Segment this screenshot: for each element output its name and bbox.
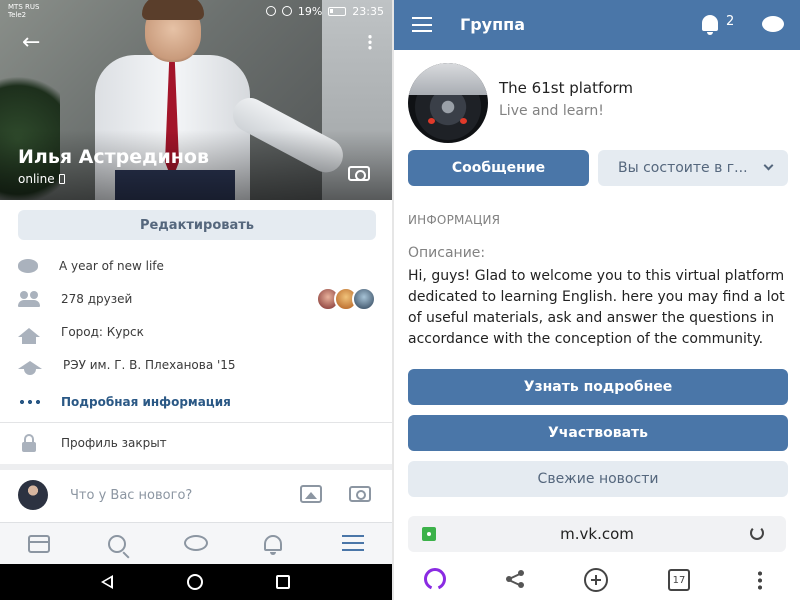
group-name: The 61st platform <box>499 79 633 97</box>
carrier-line-1: MTS RUS <box>8 3 40 11</box>
lock-icon <box>22 434 36 452</box>
status-right: 19% 23:35 <box>265 4 384 18</box>
membership-label: Вы состоите в г... <box>618 160 748 176</box>
group-avatar[interactable] <box>408 63 488 143</box>
graduation-cap-icon <box>18 361 42 375</box>
membership-dropdown[interactable]: Вы состоите в г... <box>598 150 788 186</box>
status-text: A year of new life <box>59 259 164 273</box>
menu-tab-icon[interactable] <box>342 535 364 551</box>
status-row[interactable]: A year of new life <box>18 253 376 279</box>
wifi-icon <box>281 6 292 16</box>
post-composer[interactable]: Что у Вас нового? <box>0 472 392 518</box>
new-tab-icon[interactable] <box>584 568 608 592</box>
url-text[interactable]: m.vk.com <box>408 525 786 543</box>
city-text: Город: Курск <box>61 325 144 339</box>
message-button[interactable]: Сообщение <box>408 150 589 186</box>
profile-name: Илья Астрединов <box>18 146 209 168</box>
train-light <box>460 118 467 124</box>
alarm-icon <box>265 6 276 16</box>
group-tagline: Live and learn! <box>499 103 604 119</box>
status-bar: MTS RUS Tele2 19% 23:35 <box>0 0 392 22</box>
photo-icon[interactable] <box>300 485 322 503</box>
friends-count: 278 друзей <box>61 292 133 306</box>
more-dots-icon <box>18 394 40 410</box>
avatar <box>18 480 48 510</box>
edit-profile-button[interactable]: Редактировать <box>18 210 376 240</box>
home-icon <box>18 327 40 344</box>
online-status: online <box>18 172 65 186</box>
education-text: РЭУ им. Г. В. Плеханова '15 <box>63 358 236 372</box>
friends-icon <box>18 291 40 307</box>
learn-more-button[interactable]: Узнать подробнее <box>408 369 788 405</box>
info-section-title: ИНФОРМАЦИЯ <box>408 213 501 227</box>
clock: 23:35 <box>352 4 384 18</box>
latest-news-button[interactable]: Свежие новости <box>408 461 788 497</box>
battery-icon <box>328 6 347 16</box>
page-title: Группа <box>460 15 525 34</box>
composer-placeholder[interactable]: Что у Вас нового? <box>70 488 192 503</box>
search-tab-icon[interactable] <box>108 535 126 553</box>
nav-recents-icon[interactable] <box>276 575 290 589</box>
notifications-tab-icon[interactable] <box>264 535 282 555</box>
online-label: online <box>18 172 55 186</box>
alice-assistant-icon[interactable] <box>424 568 446 590</box>
description-label: Описание: <box>408 245 486 261</box>
camera-icon[interactable] <box>348 166 370 181</box>
train-light <box>428 118 435 124</box>
hamburger-menu-icon[interactable] <box>412 17 432 32</box>
profile-cover-photo[interactable] <box>0 0 392 200</box>
profile-panel: MTS RUS Tele2 19% 23:35 ← Илья Астредино… <box>0 0 392 600</box>
section-divider <box>0 422 392 423</box>
nav-home-icon[interactable] <box>187 574 203 590</box>
browser-address-bar[interactable]: m.vk.com <box>408 516 786 552</box>
participate-button[interactable]: Участвовать <box>408 415 788 451</box>
notification-count[interactable]: 2 <box>726 14 734 29</box>
browser-menu-icon[interactable] <box>758 570 762 590</box>
closed-profile-row: Профиль закрыт <box>18 430 376 456</box>
browser-bottom-bar: 17 <box>394 560 800 600</box>
friend-avatar <box>352 287 376 311</box>
news-tab-icon[interactable] <box>28 535 50 553</box>
share-icon[interactable] <box>506 570 524 588</box>
kebab-menu-icon[interactable] <box>368 34 372 50</box>
education-row: РЭУ им. Г. В. Плеханова '15 <box>18 352 376 378</box>
camera-icon[interactable] <box>349 486 371 502</box>
status-chat-icon <box>18 259 38 273</box>
nav-back-icon[interactable] <box>101 575 113 589</box>
group-panel: Группа 2 The 61st platform Live and lear… <box>392 0 800 600</box>
battery-percent: 19% <box>297 4 323 18</box>
screenshot-frame: MTS RUS Tele2 19% 23:35 ← Илья Астредино… <box>0 0 800 600</box>
more-info-label: Подробная информация <box>61 395 231 409</box>
tabs-counter[interactable]: 17 <box>668 569 690 591</box>
bell-icon[interactable] <box>702 15 718 35</box>
carrier-line-2: Tele2 <box>8 11 27 19</box>
friends-avatars[interactable] <box>316 287 376 311</box>
messages-icon[interactable] <box>762 16 784 32</box>
more-info-link[interactable]: Подробная информация <box>18 389 376 415</box>
carrier-info: MTS RUS Tele2 <box>8 3 44 19</box>
city-row: Город: Курск <box>18 319 376 345</box>
back-arrow-icon[interactable]: ← <box>22 32 40 54</box>
chevron-down-icon <box>763 160 774 171</box>
reload-icon[interactable] <box>750 526 764 540</box>
closed-profile-text: Профиль закрыт <box>61 436 167 450</box>
mobile-icon <box>58 174 65 184</box>
description-text: Hi, guys! Glad to welcome you to this vi… <box>408 268 785 347</box>
section-gap <box>0 464 392 470</box>
android-nav-bar <box>0 564 392 600</box>
group-header: Группа 2 <box>394 0 800 50</box>
messages-tab-icon[interactable] <box>184 535 208 551</box>
bottom-tab-bar <box>0 522 392 564</box>
